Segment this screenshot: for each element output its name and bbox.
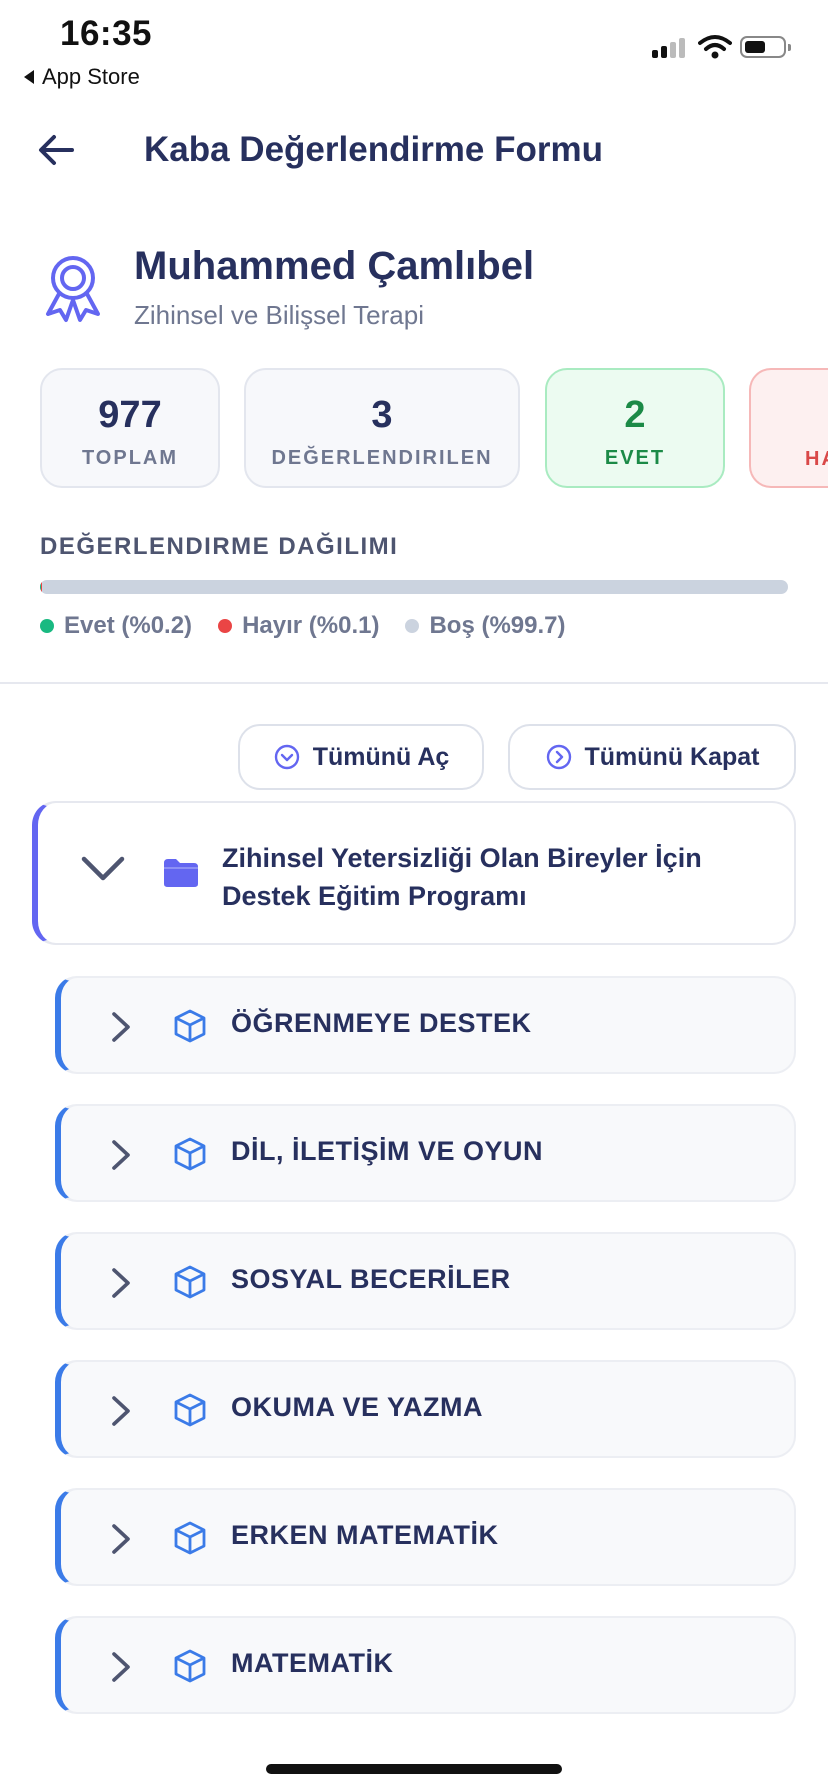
stat-label: HA [805,448,828,470]
therapy-type: Zihinsel ve Bilişsel Terapi [134,300,424,330]
collapse-all-label: Tümünü Kapat [584,742,760,771]
cube-icon [174,1393,206,1427]
cube-icon [174,1009,206,1043]
stat-card-yes: 2 EVET [545,368,725,488]
distribution-bar-no [41,580,43,594]
status-time: 16:35 [60,14,153,53]
back-to-app-store[interactable]: App Store [24,64,140,90]
red-dot-icon [218,619,233,633]
collapse-all-button[interactable]: Tümünü Kapat [508,724,796,790]
cellular-signal-icon [652,38,685,58]
chevron-right-icon [112,1268,130,1298]
cube-icon [174,1137,206,1171]
legend-empty: Boş (%99.7) [405,612,566,640]
legend-no-label: Hayır (%0.1) [242,612,380,639]
legend-empty-label: Boş (%99.7) [429,612,566,639]
home-indicator[interactable] [266,1764,562,1774]
expand-all-label: Tümünü Aç [312,742,450,771]
chevron-down-circle-icon [274,744,299,770]
stat-label: TOPLAM [81,447,179,469]
cube-icon [174,1521,206,1555]
stat-card-evaluated: 3 DEĞERLENDIRILEN [244,368,520,488]
back-triangle-icon [24,70,34,84]
category-label: ERKEN MATEMATİK [231,1520,499,1550]
program-group[interactable]: Zihinsel Yetersizliği Olan Bireyler İçin… [32,801,796,945]
stat-card-total: 977 TOPLAM [40,368,220,488]
legend-yes: Evet (%0.2) [40,612,192,640]
stat-label: DEĞERLENDIRILEN [271,447,493,469]
back-app-label: App Store [42,64,140,89]
chevron-right-icon [112,1396,130,1426]
student-name: Muhammed Çamlıbel [134,244,535,288]
chevron-down-icon [81,856,125,881]
category-item[interactable]: SOSYAL BECERİLER [55,1232,796,1330]
cube-icon [174,1265,206,1299]
battery-icon [740,36,791,58]
page-title: Kaba Değerlendirme Formu [144,130,603,169]
chevron-right-icon [112,1652,130,1682]
expand-all-button[interactable]: Tümünü Aç [238,724,484,790]
category-item[interactable]: ERKEN MATEMATİK [55,1488,796,1586]
category-label: SOSYAL BECERİLER [231,1264,511,1294]
chevron-right-icon [112,1524,130,1554]
stat-value: 3 [371,394,393,436]
back-arrow-icon[interactable] [34,128,78,172]
program-title-line2: Destek Eğitim Programı [222,881,527,911]
award-icon [46,256,100,322]
stat-value: 2 [624,394,646,436]
stat-value [805,394,828,438]
chevron-right-circle-icon [546,744,571,770]
cube-icon [174,1649,206,1683]
legend-no: Hayır (%0.1) [218,612,379,640]
legend-yes-label: Evet (%0.2) [64,612,193,639]
stat-label: EVET [604,447,666,469]
category-label: ÖĞRENMEYE DESTEK [231,1008,532,1038]
category-label: DİL, İLETİŞİM VE OYUN [231,1136,544,1166]
category-item[interactable]: DİL, İLETİŞİM VE OYUN [55,1104,796,1202]
distribution-title: DEĞERLENDIRME DAĞILIMI [40,533,399,560]
category-label: MATEMATİK [231,1648,394,1678]
section-divider [0,682,828,684]
stat-card-no: HA [749,368,828,488]
category-label: OKUMA VE YAZMA [231,1392,484,1422]
program-title-line1: Zihinsel Yetersizliği Olan Bireyler İçin [222,843,702,873]
distribution-bar [40,580,788,594]
gray-dot-icon [405,619,420,633]
distribution-legend: Evet (%0.2) Hayır (%0.1) Boş (%99.7) [40,612,566,640]
category-item[interactable]: MATEMATİK [55,1616,796,1714]
program-title: Zihinsel Yetersizliği Olan Bireyler İçin… [222,839,742,915]
stat-value: 977 [98,394,162,436]
green-dot-icon [40,619,54,633]
category-item[interactable]: OKUMA VE YAZMA [55,1360,796,1458]
wifi-icon [698,35,732,59]
chevron-right-icon [112,1140,130,1170]
folder-icon [164,859,198,887]
chevron-right-icon [112,1012,130,1042]
category-item[interactable]: ÖĞRENMEYE DESTEK [55,976,796,1074]
